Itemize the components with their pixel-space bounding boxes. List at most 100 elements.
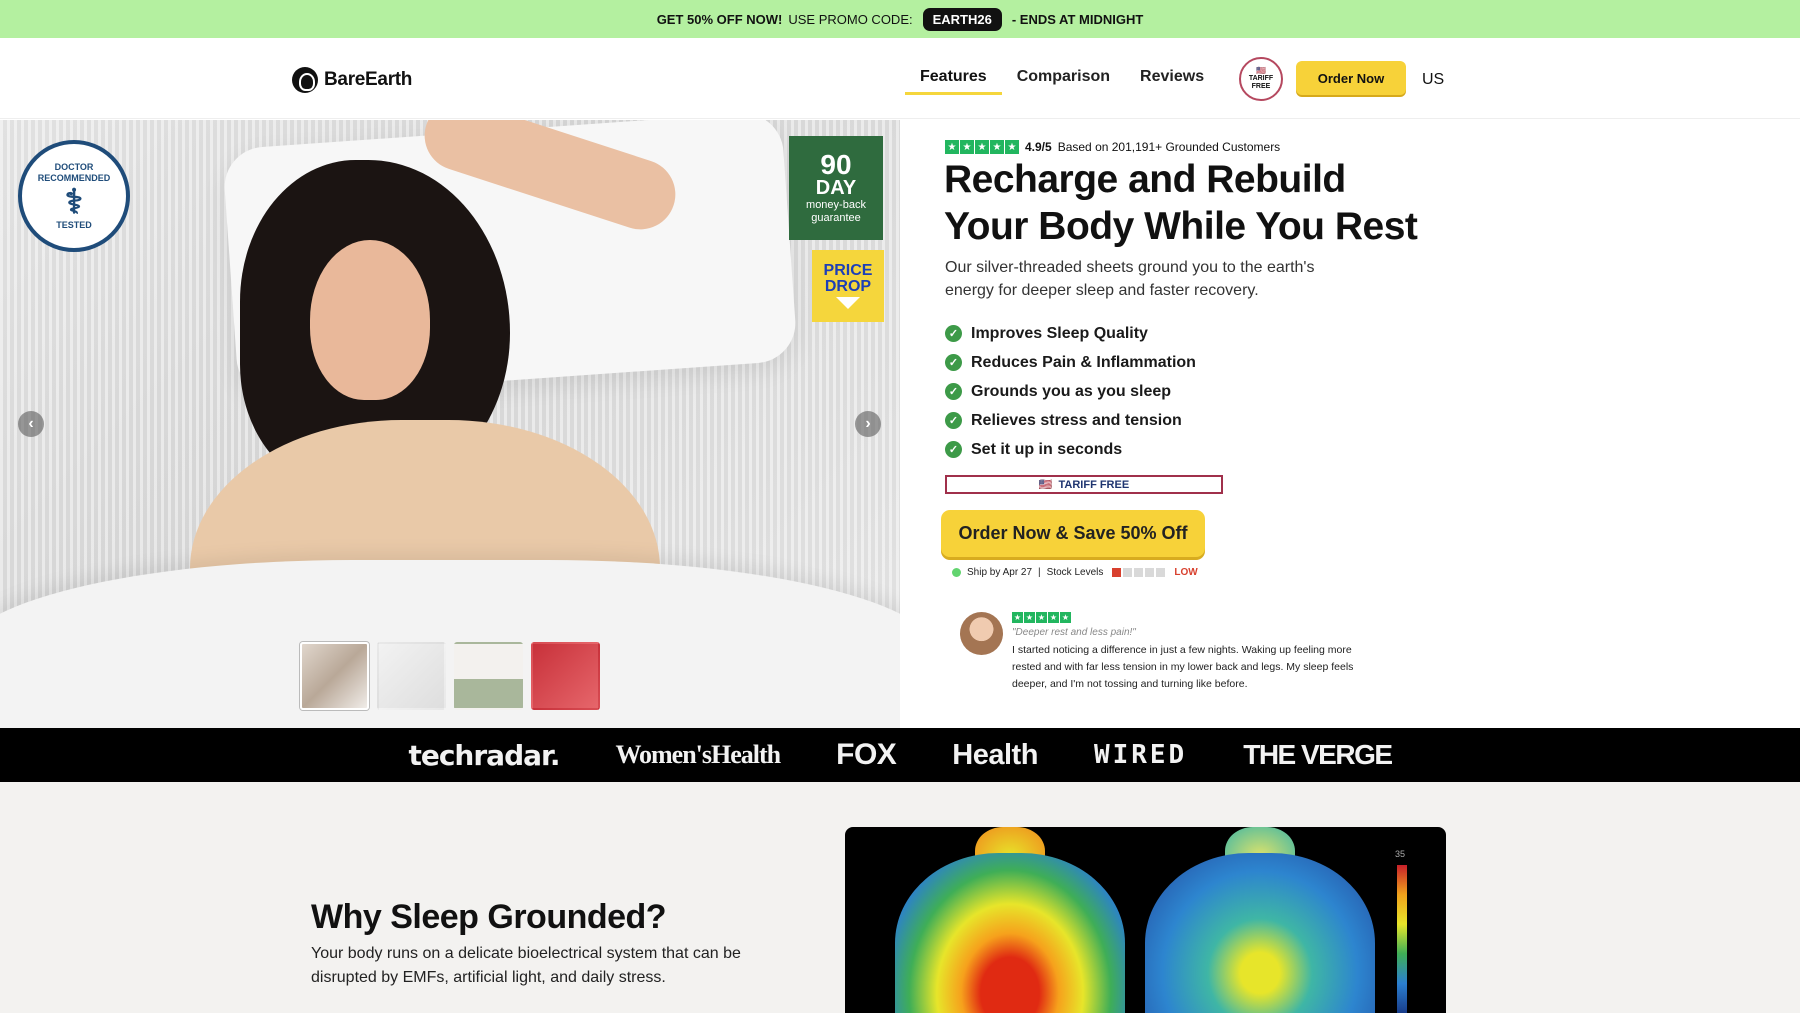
price-drop-badge: PRICE DROP bbox=[812, 250, 884, 322]
star-icon: ★ bbox=[990, 140, 1004, 154]
us-flag-icon: 🇺🇸 bbox=[1038, 479, 1053, 491]
region-selector[interactable]: US bbox=[1422, 71, 1444, 89]
review-text: I started noticing a difference in just … bbox=[1012, 644, 1354, 690]
rating-text: Based on 201,191+ Grounded Customers bbox=[1057, 140, 1281, 154]
press-logo-wired: WIRED bbox=[1093, 740, 1188, 770]
tariff-badge-line-1: TARIFF bbox=[1248, 75, 1274, 82]
promo-lead: GET 50% OFF NOW! bbox=[656, 11, 783, 27]
headline-line-1: Recharge and Rebuild bbox=[944, 158, 1346, 201]
tariff-badge-line-2: FREE bbox=[1251, 83, 1271, 90]
star-icon: ★ bbox=[1048, 612, 1059, 623]
ship-date: Ship by Apr 27 bbox=[967, 567, 1033, 578]
reviewer-avatar bbox=[960, 612, 1003, 655]
us-flag-icon: 🇺🇸 bbox=[1256, 66, 1266, 75]
thumbnail-1[interactable] bbox=[300, 642, 369, 710]
star-icon: ★ bbox=[1024, 612, 1035, 623]
doctor-badge-bottom: TESTED bbox=[56, 219, 92, 230]
benefit-label: Relieves stress and tension bbox=[971, 411, 1182, 429]
thermal-image: 35 bbox=[845, 827, 1446, 1013]
order-save-button[interactable]: Order Now & Save 50% Off bbox=[941, 510, 1205, 557]
promo-code: EARTH26 bbox=[922, 7, 1002, 31]
rating-stars: ★ ★ ★ ★ ★ bbox=[945, 140, 1019, 154]
press-logo-techradar: techradar. bbox=[408, 738, 560, 772]
press-logo-fox: FOX bbox=[836, 738, 897, 771]
star-icon: ★ bbox=[1060, 612, 1071, 623]
why-title: Why Sleep Grounded? bbox=[311, 898, 667, 936]
review-title: "Deeper rest and less pain!" bbox=[1012, 627, 1136, 638]
hero-headline: Recharge and Rebuild Your Body While You… bbox=[944, 156, 1464, 250]
check-icon: ✓ bbox=[945, 354, 962, 371]
star-icon: ★ bbox=[1012, 612, 1023, 623]
stock-level-indicator bbox=[1112, 568, 1166, 577]
star-icon: ★ bbox=[1005, 140, 1019, 154]
benefit-list: ✓ Improves Sleep Quality ✓ Reduces Pain & … bbox=[945, 319, 1196, 464]
benefit-item: ✓ Grounds you as you sleep bbox=[945, 377, 1196, 406]
check-icon: ✓ bbox=[945, 441, 962, 458]
main-nav: Features Comparison Reviews bbox=[905, 68, 1219, 95]
press-logo-the-verge: THE VERGE bbox=[1243, 739, 1393, 770]
stock-status: LOW bbox=[1174, 567, 1198, 578]
thermal-body-before bbox=[895, 853, 1125, 1013]
doctor-badge-top: DOCTOR RECOMMENDED bbox=[37, 161, 111, 183]
press-logo-womens-health: Women'sHealth bbox=[615, 740, 781, 769]
check-icon: ✓ bbox=[945, 383, 962, 400]
thermal-scale-max: 35 bbox=[1395, 849, 1406, 859]
tariff-free-badge: 🇺🇸 TARIFF FREE bbox=[1239, 57, 1283, 101]
rating-summary: ★ ★ ★ ★ ★ 4.9/5 Based on 201,191+ Ground… bbox=[945, 140, 1280, 154]
brand-name: BareEarth bbox=[324, 69, 413, 90]
tree-logo-icon bbox=[292, 67, 318, 93]
doctor-recommended-badge: DOCTOR RECOMMENDED ⚕ TESTED bbox=[18, 140, 130, 252]
benefit-item: ✓ Set it up in seconds bbox=[945, 435, 1196, 464]
nav-comparison[interactable]: Comparison bbox=[1002, 68, 1125, 95]
press-logo-health: Health bbox=[952, 738, 1038, 771]
carousel-next-button[interactable]: › bbox=[855, 411, 881, 437]
why-text: Your body runs on a delicate bioelectric… bbox=[311, 945, 741, 986]
stock-label: Stock Levels bbox=[1046, 567, 1104, 578]
brand-logo[interactable]: BareEarth bbox=[292, 67, 412, 93]
hero-image: DOCTOR RECOMMENDED ⚕ TESTED 90 DAY money… bbox=[0, 120, 900, 728]
price-drop-line-1: PRICE bbox=[823, 262, 873, 279]
tariff-free-strip: 🇺🇸 TARIFF FREE bbox=[945, 475, 1223, 494]
money-back-line-1: money-back bbox=[806, 199, 866, 211]
rating-score: 4.9/5 bbox=[1025, 140, 1052, 154]
promo-bar: GET 50% OFF NOW! USE PROMO CODE: EARTH26… bbox=[0, 0, 1800, 38]
benefit-item: ✓ Reduces Pain & Inflammation bbox=[945, 348, 1196, 377]
thumbnail-4[interactable] bbox=[531, 642, 600, 710]
price-drop-line-2: DROP bbox=[824, 278, 872, 295]
review-stars: ★ ★ ★ ★ ★ bbox=[1012, 612, 1360, 623]
tariff-strip-label: TARIFF FREE bbox=[1058, 478, 1130, 491]
face bbox=[310, 240, 430, 400]
shipping-stock-row: Ship by Apr 27 | Stock Levels LOW bbox=[952, 567, 1198, 578]
press-logos-bar: techradar. Women'sHealth FOX Health WIRE… bbox=[0, 728, 1800, 782]
thumbnail-3[interactable] bbox=[454, 642, 523, 710]
headline-line-2: Your Body While You Rest bbox=[944, 205, 1418, 248]
caduceus-icon: ⚕ bbox=[64, 182, 84, 221]
thermal-scale bbox=[1397, 865, 1407, 1013]
money-back-unit: DAY bbox=[815, 177, 857, 199]
star-icon: ★ bbox=[945, 140, 959, 154]
star-icon: ★ bbox=[960, 140, 974, 154]
star-icon: ★ bbox=[1036, 612, 1047, 623]
thumbnail-strip bbox=[300, 642, 600, 710]
nav-reviews[interactable]: Reviews bbox=[1125, 68, 1219, 95]
thermal-body-after bbox=[1145, 853, 1375, 1013]
money-back-line-2: guarantee bbox=[811, 212, 861, 224]
star-icon: ★ bbox=[975, 140, 989, 154]
nav-features[interactable]: Features bbox=[905, 68, 1002, 95]
carousel-prev-button[interactable]: ‹ bbox=[18, 411, 44, 437]
ship-status-dot bbox=[952, 568, 961, 577]
benefit-item: ✓ Relieves stress and tension bbox=[945, 406, 1196, 435]
benefit-label: Reduces Pain & Inflammation bbox=[971, 353, 1196, 371]
header-order-button[interactable]: Order Now bbox=[1296, 61, 1406, 95]
benefit-label: Grounds you as you sleep bbox=[971, 382, 1172, 400]
check-icon: ✓ bbox=[945, 325, 962, 342]
down-arrow-icon bbox=[836, 297, 860, 309]
thumbnail-2[interactable] bbox=[377, 642, 446, 710]
benefit-label: Improves Sleep Quality bbox=[971, 324, 1148, 342]
benefit-label: Set it up in seconds bbox=[971, 440, 1123, 458]
hero-subhead: Our silver-threaded sheets ground you to… bbox=[945, 259, 1315, 299]
check-icon: ✓ bbox=[945, 412, 962, 429]
site-header: BareEarth Features Comparison Reviews 🇺🇸… bbox=[0, 38, 1800, 119]
money-back-number: 90 bbox=[820, 149, 852, 180]
benefit-item: ✓ Improves Sleep Quality bbox=[945, 319, 1196, 348]
